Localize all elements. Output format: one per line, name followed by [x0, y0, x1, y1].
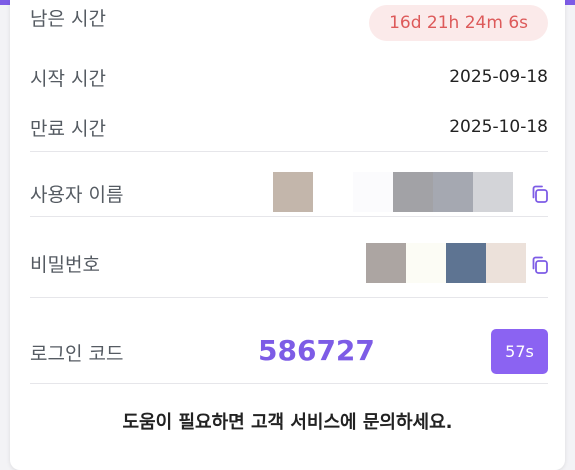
pixel-block	[313, 172, 353, 212]
pixel-block	[433, 172, 473, 212]
divider	[30, 216, 548, 217]
username-label: 사용자 이름	[30, 184, 124, 206]
pixel-block	[446, 243, 486, 283]
username-pixelated-value	[273, 172, 513, 212]
password-label: 비밀번호	[30, 254, 100, 276]
login-code-row: 로그인 코드 586727 57s	[30, 328, 548, 374]
pixel-block	[273, 172, 313, 212]
divider	[30, 383, 548, 384]
help-message: 도움이 필요하면 고객 서비스에 문의하세요.	[122, 412, 453, 433]
username-row: 사용자 이름	[30, 172, 548, 212]
password-row: 비밀번호	[30, 243, 548, 283]
divider	[30, 297, 548, 298]
start-time-row: 시작 시간 2025-09-18	[30, 64, 548, 92]
remaining-time-label: 남은 시간	[30, 8, 106, 30]
copy-icon[interactable]	[530, 184, 550, 204]
pixel-block	[366, 243, 406, 283]
login-code-countdown: 57s	[491, 329, 548, 374]
remaining-time-row: 남은 시간 16d 21h 24m 6s	[30, 5, 548, 41]
remaining-time-badge: 16d 21h 24m 6s	[369, 5, 548, 41]
copy-icon[interactable]	[530, 255, 550, 275]
pixel-block	[393, 172, 433, 212]
pixel-block	[406, 243, 446, 283]
password-pixelated-value	[366, 243, 526, 283]
pixel-block	[486, 243, 526, 283]
start-time-label: 시작 시간	[30, 68, 106, 90]
pixel-block	[473, 172, 513, 212]
login-code-value[interactable]: 586727	[258, 334, 375, 367]
divider	[30, 151, 548, 152]
login-code-label: 로그인 코드	[30, 343, 124, 365]
end-time-row: 만료 시간 2025-10-18	[30, 114, 548, 142]
end-time-label: 만료 시간	[30, 118, 106, 140]
pixel-block	[353, 172, 393, 212]
account-info-card: 남은 시간 16d 21h 24m 6s 시작 시간 2025-09-18 만료…	[10, 0, 565, 470]
start-time-value: 2025-09-18	[449, 67, 548, 87]
end-time-value: 2025-10-18	[449, 117, 548, 137]
